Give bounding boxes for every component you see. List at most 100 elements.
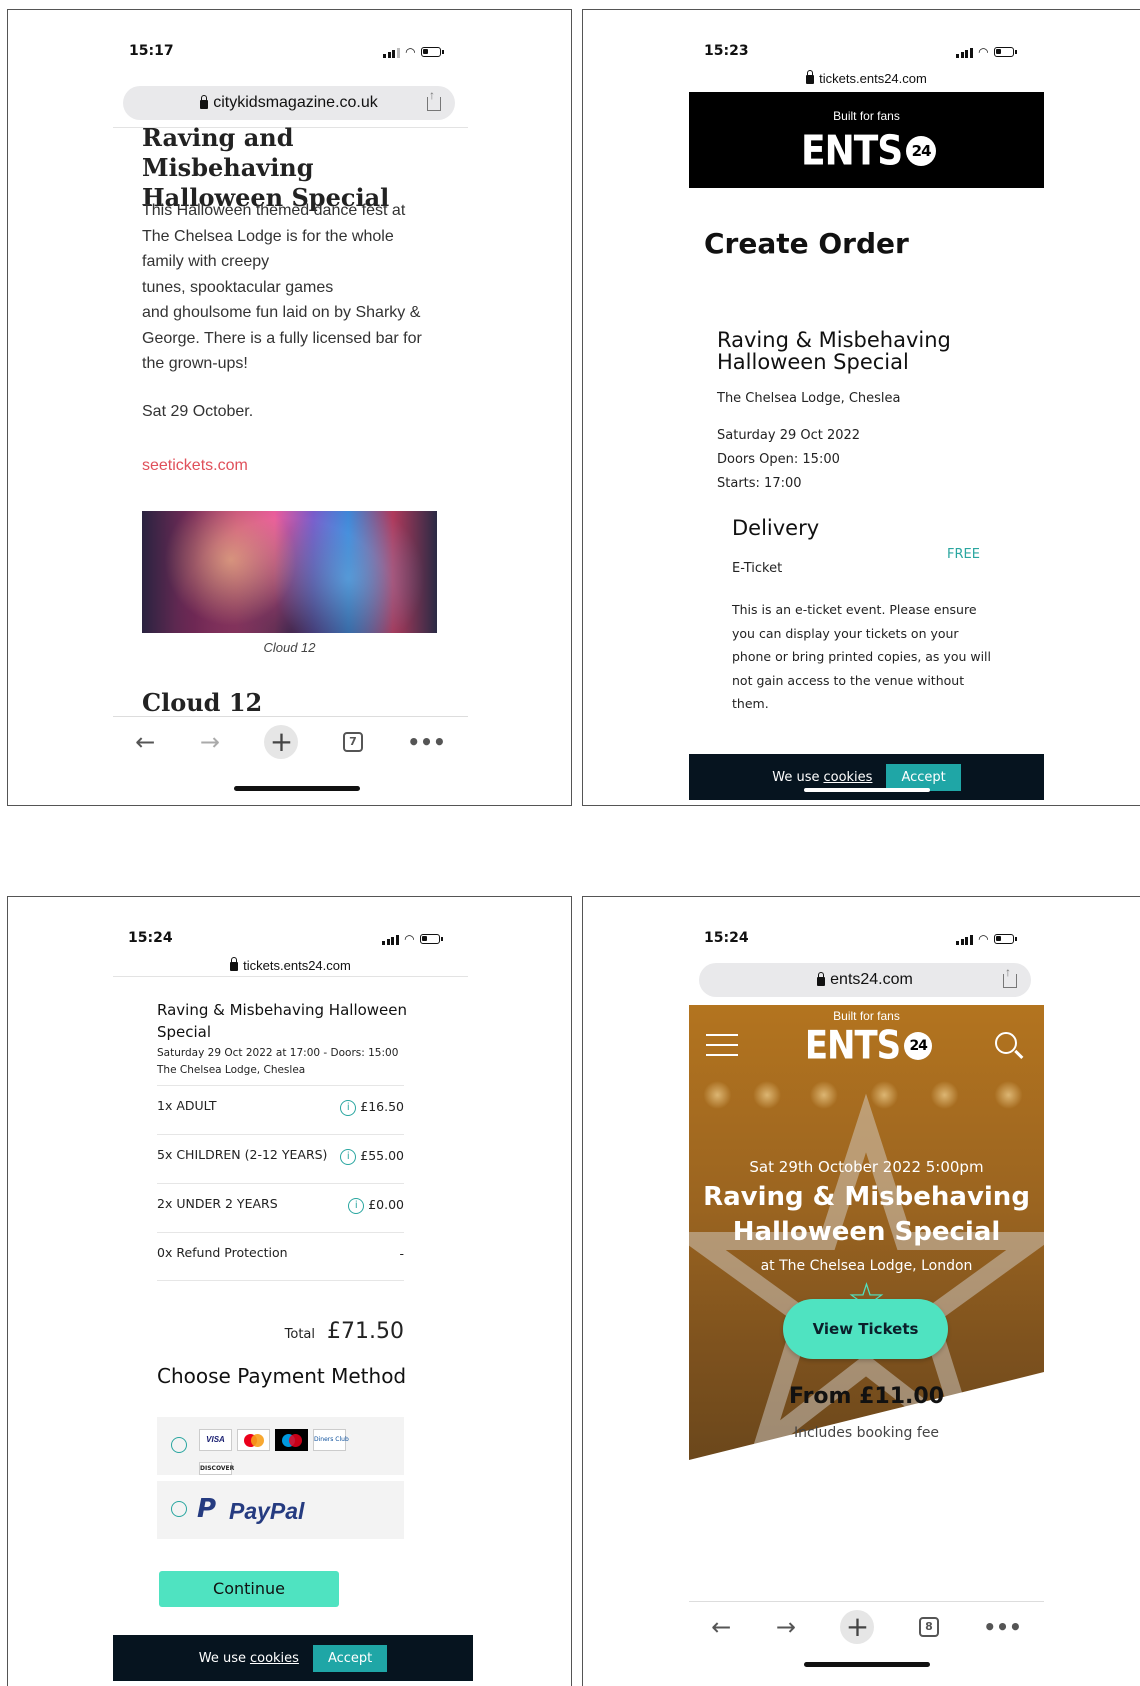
more-options-icon[interactable]: ••• [983,1615,1021,1639]
screenshot-panel-checkout: 15:24 ◠ tickets.ents24.com Raving & Misb… [7,896,572,1686]
logo-text: ENTS [801,127,903,175]
phone-screen: 15:17 ◠ citykidsmagazine.co.uk Raving an… [113,35,468,795]
address-bar[interactable]: tickets.ents24.com [113,957,468,973]
seetickets-link[interactable]: seetickets.com [142,457,248,475]
cookie-text: We use [198,1650,246,1666]
order-total: Total £71.50 [157,1319,404,1344]
poster-overlay [142,511,437,633]
signal-icon [382,934,399,945]
ticket-row-price: £16.50 [360,1099,404,1114]
wifi-icon: ◠ [978,45,988,59]
card-radio[interactable] [171,1437,187,1453]
address-bar-url: tickets.ents24.com [243,958,351,973]
wifi-icon: ◠ [978,932,988,946]
visa-icon: VISA [199,1429,232,1451]
tabs-count-button[interactable]: 7 [342,731,363,752]
hamburger-menu-icon[interactable] [706,1034,738,1056]
status-bar: 15:24 ◠ [128,930,443,954]
paypal-p-icon: P [197,1494,217,1524]
new-tab-plus-icon[interactable]: + [264,724,299,759]
cookie-accept-button[interactable]: Accept [312,1644,388,1672]
phone-screen: 15:24 ◠ ents24.com Built for fans [689,919,1044,1686]
more-options-icon[interactable]: ••• [407,730,445,754]
ticket-row-price-wrap: i £55.00 [340,1148,404,1165]
new-tab-plus-icon[interactable]: + [840,1609,875,1644]
ticket-row-label: 5x CHILDREN (2-12 YEARS) [157,1147,328,1162]
ticket-row: 5x CHILDREN (2-12 YEARS) i £55.00 [157,1134,404,1183]
event-doors: Doors Open: 15:00 [717,452,840,467]
description-line: the grown-ups! [142,355,248,372]
browser-toolbar: ← → + 7 ••• [113,716,468,766]
tabs-count-button[interactable]: 8 [918,1616,939,1637]
address-bar-url: ents24.com [830,971,913,988]
total-value: £71.50 [327,1319,404,1344]
status-time: 15:17 [129,43,174,59]
view-tickets-button[interactable]: View Tickets [783,1299,948,1359]
forward-arrow-icon[interactable]: → [776,1613,796,1641]
cookie-banner: We use cookies Accept [113,1635,473,1681]
event-title-line2: Halloween Special [717,350,909,374]
description-line: and ghoulsome fun laid on by Sharky & [142,304,421,321]
status-time: 15:23 [704,43,749,59]
info-icon[interactable]: i [340,1099,357,1116]
info-icon[interactable]: i [348,1197,365,1214]
order-event-title-line1: Raving & Misbehaving Halloween [157,1001,408,1019]
status-bar: 15:17 ◠ [129,43,444,67]
cookies-link[interactable]: cookies [250,1651,299,1666]
delivery-heading: Delivery [732,516,820,540]
delivery-text-line: not gain access to the venue without [732,672,965,688]
status-time: 15:24 [704,930,749,946]
ticket-row-price: £55.00 [360,1148,404,1163]
banner-tagline: Built for fans [833,109,900,123]
cookies-link[interactable]: cookies [823,770,872,785]
booking-fee-note: Includes booking fee [793,1425,940,1441]
page-title: Create Order [704,227,909,260]
event-poster-image [142,511,437,633]
description-line: family with creepy [142,253,270,270]
section-heading: Cloud 12 [142,688,263,717]
signal-icon [383,47,400,58]
payment-option-card[interactable]: VISA Diners Club DISCOVER [157,1417,404,1475]
status-icons: ◠ [956,45,1017,59]
address-bar[interactable]: citykidsmagazine.co.uk [123,86,455,120]
lock-icon [817,971,826,986]
event-venue: The Chelsea Lodge, Cheslea [717,391,901,406]
address-bar-url: tickets.ents24.com [819,71,927,86]
paypal-radio[interactable] [171,1501,187,1517]
back-arrow-icon[interactable]: ← [711,1613,731,1641]
phone-screen: 15:23 ◠ tickets.ents24.com Built for fan… [689,35,1044,805]
payment-option-paypal[interactable]: P PayPal [157,1481,404,1539]
forward-arrow-icon[interactable]: → [200,728,220,756]
order-event-venue: The Chelsea Lodge, Cheslea [157,1064,306,1076]
status-time: 15:24 [128,930,173,946]
back-arrow-icon[interactable]: ← [135,728,155,756]
share-icon[interactable] [427,88,441,111]
continue-button[interactable]: Continue [159,1571,339,1607]
search-icon[interactable] [995,1032,1024,1059]
share-icon[interactable] [1003,965,1017,988]
ticket-row-label: 1x ADULT [157,1098,217,1113]
payment-heading: Choose Payment Method [157,1364,407,1388]
from-price: From £11.00 [788,1384,945,1409]
delivery-type: E-Ticket [732,561,783,576]
ents24-banner: Built for fans ENTS 24 [689,92,1044,188]
ents24-logo: ENTS 24 [801,1023,936,1069]
address-bar-url: citykidsmagazine.co.uk [213,94,378,111]
maestro-icon [275,1429,308,1451]
order-event-when: Saturday 29 Oct 2022 at 17:00 - Doors: 1… [157,1047,399,1059]
event-venue: at The Chelsea Lodge, London [760,1258,973,1274]
status-bar: 15:23 ◠ [704,43,1017,67]
diners-club-icon: Diners Club [313,1429,349,1451]
discover-icon: DISCOVER [199,1462,234,1475]
address-bar[interactable]: ents24.com [699,963,1031,997]
battery-icon [994,934,1017,944]
cookie-text: We use [772,769,820,785]
cookie-banner: We use cookies Accept [689,754,1044,800]
delivery-price: FREE [947,547,980,562]
cookie-accept-button[interactable]: Accept [886,763,961,791]
address-bar[interactable]: tickets.ents24.com [689,70,1044,86]
home-indicator [804,788,930,792]
paypal-logo: PayPal [229,1498,305,1524]
image-caption: Cloud 12 [263,640,316,655]
info-icon[interactable]: i [340,1148,357,1165]
